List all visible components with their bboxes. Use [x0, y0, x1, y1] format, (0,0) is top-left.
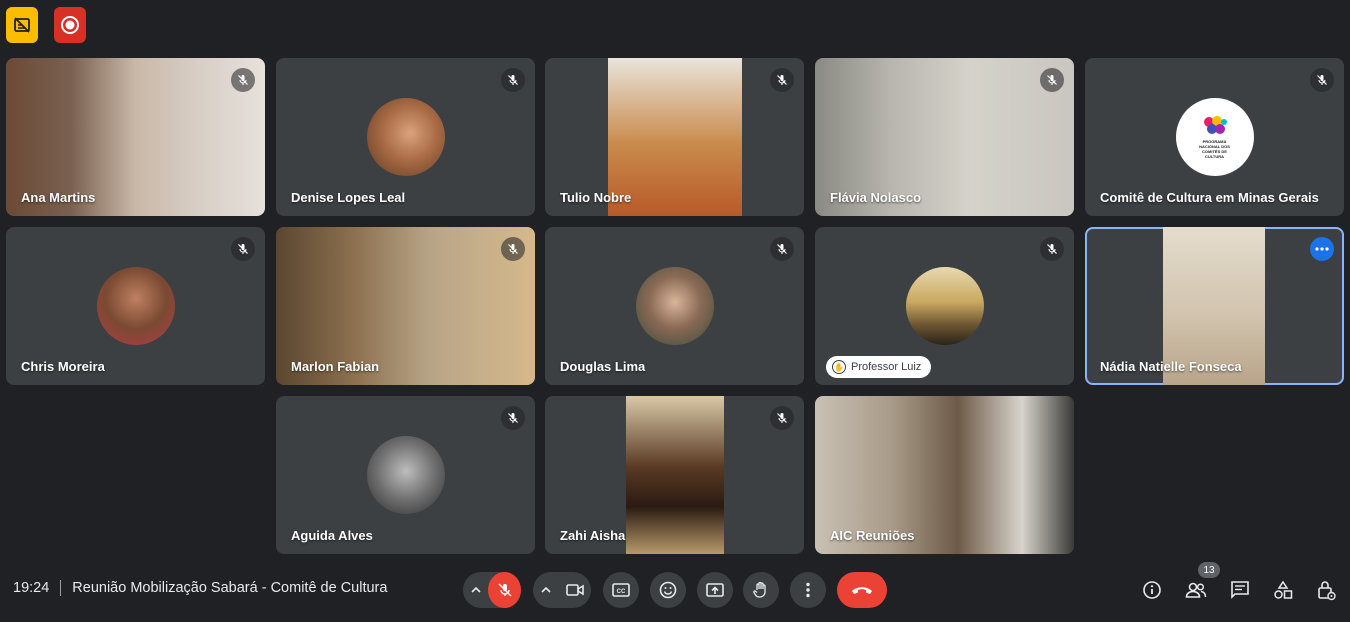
svg-text:CC: CC [617, 589, 626, 595]
camera-control-group [533, 572, 591, 608]
participant-tile[interactable]: Flávia Nolasco [815, 58, 1074, 216]
participant-name: Flávia Nolasco [830, 190, 922, 205]
participant-name: Nádia Natielle Fonseca [1100, 359, 1242, 374]
mic-off-icon [501, 237, 525, 261]
mic-off-icon [770, 237, 794, 261]
participant-name: AIC Reuniões [830, 528, 915, 543]
recording-badge[interactable] [54, 7, 86, 43]
activities-icon [1274, 580, 1293, 599]
logo-text: PROGRAMA NACIONAL DOS COMITÊS DE CULTURA [1199, 139, 1230, 159]
chevron-up-icon [541, 587, 551, 593]
participant-tile[interactable]: Ana Martins [6, 58, 265, 216]
raise-hand-button[interactable] [743, 572, 779, 608]
emoji-icon [659, 581, 677, 599]
participant-tile[interactable]: Douglas Lima [545, 227, 804, 385]
divider [60, 580, 62, 596]
mic-off-icon [501, 406, 525, 430]
participant-tile[interactable]: Denise Lopes Leal [276, 58, 535, 216]
chat-icon [1231, 581, 1249, 599]
meeting-details-button[interactable] [1138, 576, 1166, 604]
record-icon [61, 16, 79, 34]
more-options-button[interactable] [790, 572, 826, 608]
participant-tile[interactable]: AIC Reuniões [815, 396, 1074, 554]
people-button[interactable] [1182, 576, 1210, 604]
chat-button[interactable] [1226, 576, 1254, 604]
activities-button[interactable] [1269, 576, 1297, 604]
captions-button[interactable]: CC [603, 572, 639, 608]
participant-tile[interactable]: ✋ Professor Luiz [815, 227, 1074, 385]
participant-tile-active[interactable]: Nádia Natielle Fonseca [1085, 227, 1344, 385]
committee-logo: PROGRAMA NACIONAL DOS COMITÊS DE CULTURA [1175, 98, 1254, 176]
present-icon [706, 583, 724, 597]
avatar [96, 267, 175, 345]
mic-off-icon [770, 68, 794, 92]
camera-options-button[interactable] [533, 572, 558, 608]
captions-off-icon [14, 17, 30, 33]
mic-off-icon [1040, 237, 1064, 261]
mic-toggle-button[interactable] [488, 572, 521, 608]
participant-tile[interactable]: Zahi Aisha [545, 396, 804, 554]
mic-off-icon [1040, 68, 1064, 92]
participant-tile[interactable]: Aguida Alves [276, 396, 535, 554]
camera-icon [565, 584, 584, 596]
video-feed [626, 396, 724, 554]
mic-off-icon [231, 68, 255, 92]
mic-off-icon [501, 68, 525, 92]
participant-name: Tulio Nobre [560, 190, 632, 205]
people-icon [1185, 582, 1207, 598]
participant-name: Zahi Aisha [560, 528, 626, 543]
host-controls-icon [1318, 581, 1336, 601]
participant-tile[interactable]: Chris Moreira [6, 227, 265, 385]
mic-off-icon [770, 406, 794, 430]
participant-name: Marlon Fabian [291, 359, 380, 374]
mic-control-group [463, 572, 521, 608]
meeting-title: Reunião Mobilização Sabará - Comitê de C… [72, 580, 388, 596]
captions-icon: CC [612, 583, 630, 597]
mic-off-icon [1310, 68, 1334, 92]
participant-tile[interactable]: Marlon Fabian [276, 227, 535, 385]
camera-toggle-button[interactable] [558, 572, 591, 608]
captions-off-badge[interactable] [6, 7, 38, 43]
meeting-info: 19:24 Reunião Mobilização Sabará - Comit… [13, 580, 387, 596]
participant-name: Douglas Lima [560, 359, 646, 374]
mic-options-button[interactable] [463, 572, 488, 608]
avatar [635, 267, 714, 345]
participant-tile[interactable]: PROGRAMA NACIONAL DOS COMITÊS DE CULTURA… [1085, 58, 1344, 216]
committee-logo-icon [1203, 116, 1227, 135]
host-controls-button[interactable] [1312, 576, 1340, 604]
name-pill: ✋ Professor Luiz [826, 356, 932, 378]
participant-name: Professor Luiz [851, 361, 922, 373]
avatar [905, 267, 984, 345]
participant-tile[interactable]: Tulio Nobre [545, 58, 804, 216]
participant-name: Comitê de Cultura em Minas Gerais [1100, 190, 1319, 205]
more-vert-icon [806, 582, 810, 598]
call-end-icon [852, 587, 872, 594]
mic-off-icon [498, 583, 512, 597]
hand-raised-icon: ✋ [832, 360, 846, 374]
avatar [366, 436, 445, 514]
participant-name: Aguida Alves [291, 528, 373, 543]
participant-name: Denise Lopes Leal [291, 190, 406, 205]
participant-name: Chris Moreira [21, 359, 105, 374]
info-icon [1143, 581, 1161, 599]
meeting-time: 19:24 [13, 580, 50, 596]
hand-icon [753, 581, 766, 598]
mic-off-icon [231, 237, 255, 261]
chevron-up-icon [471, 587, 481, 593]
leave-call-button[interactable] [837, 572, 887, 608]
reactions-button[interactable] [650, 572, 686, 608]
participant-name: Ana Martins [21, 190, 96, 205]
avatar [366, 98, 445, 176]
more-options-icon[interactable] [1310, 237, 1334, 261]
present-button[interactable] [697, 572, 733, 608]
